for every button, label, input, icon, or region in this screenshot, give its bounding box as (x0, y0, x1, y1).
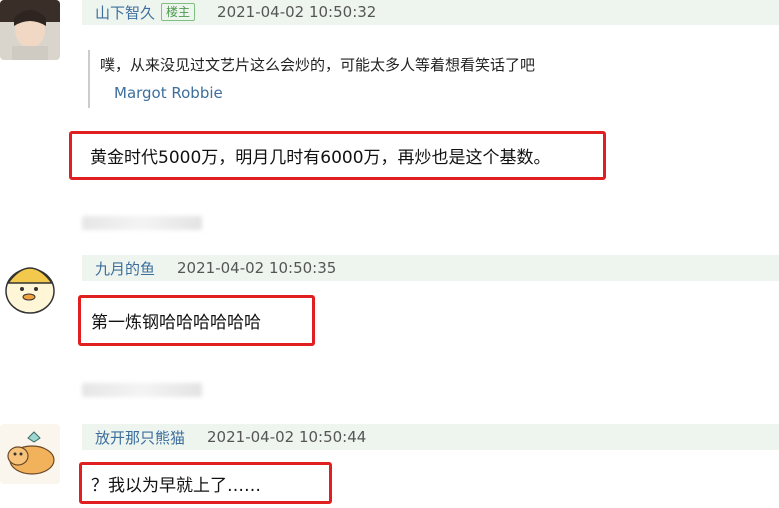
avatar[interactable] (0, 255, 60, 315)
comment-text: ？我以为早就上了…… (91, 475, 261, 496)
comment-3: 放开那只熊猫 2021-04-02 10:50:44 ？我以为早就上了…… (0, 424, 779, 508)
quote-author-link[interactable]: Margot Robbie (114, 84, 535, 102)
timestamp: 2021-04-02 10:50:44 (207, 428, 367, 446)
comment-text: 第一炼钢哈哈哈哈哈哈 (91, 313, 261, 333)
highlighted-comment-content: ？我以为早就上了…… (79, 462, 332, 504)
timestamp: 2021-04-02 10:50:32 (217, 3, 377, 21)
avatar[interactable] (0, 0, 60, 60)
blurred-text (82, 383, 202, 397)
username-link[interactable]: 九月的鱼 (95, 258, 155, 279)
highlighted-comment-content: 第一炼钢哈哈哈哈哈哈 (78, 295, 315, 346)
timestamp: 2021-04-02 10:50:35 (177, 259, 337, 277)
comment-1: 山下智久 楼主 2021-04-02 10:50:32 噗，从来没见过文艺片这么… (0, 0, 779, 190)
comment-2: 九月的鱼 2021-04-02 10:50:35 第一炼钢哈哈哈哈哈哈 (0, 255, 779, 355)
comment-meta: 山下智久 楼主 2021-04-02 10:50:32 (82, 0, 779, 25)
highlighted-comment-content: 黄金时代5000万，明月几时有6000万，再炒也是这个基数。 (69, 131, 606, 180)
username-link[interactable]: 山下智久 (95, 2, 155, 23)
blurred-text (82, 216, 202, 230)
username-link[interactable]: 放开那只熊猫 (95, 427, 185, 448)
quoted-reply: 噗，从来没见过文艺片这么会炒的，可能太多人等着想看笑话了吧 Margot Rob… (88, 50, 535, 108)
avatar[interactable] (0, 424, 60, 484)
comment-meta: 九月的鱼 2021-04-02 10:50:35 (82, 255, 779, 281)
comment-text: 黄金时代5000万，明月几时有6000万，再炒也是这个基数。 (90, 148, 551, 168)
quote-text: 噗，从来没见过文艺片这么会炒的，可能太多人等着想看笑话了吧 (100, 56, 536, 74)
op-badge: 楼主 (161, 3, 196, 21)
comment-meta: 放开那只熊猫 2021-04-02 10:50:44 (82, 424, 779, 450)
